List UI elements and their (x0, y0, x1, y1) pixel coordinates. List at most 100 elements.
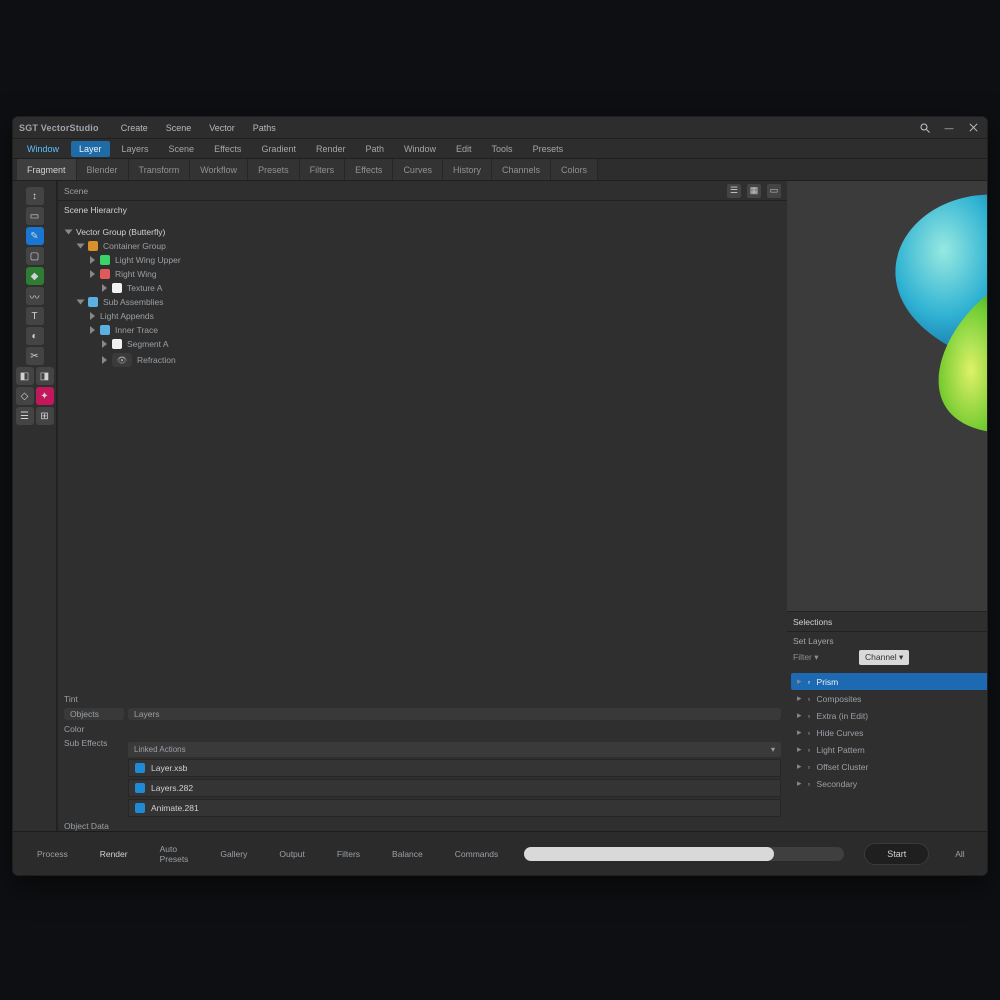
progress-track[interactable] (524, 847, 844, 861)
tool-brush-icon[interactable]: 〰 (26, 287, 44, 305)
tool-f-icon[interactable]: ⊞ (36, 407, 54, 425)
artwork-butterfly-icon (851, 187, 988, 487)
tab-4[interactable]: Presets (248, 159, 300, 180)
tree-node-7[interactable]: Segment A (64, 337, 781, 351)
tab-0[interactable]: Fragment (17, 159, 77, 180)
channel-dropdown[interactable]: Channel ▾ (859, 650, 909, 665)
file-row-1[interactable]: Layers.282 (128, 779, 781, 797)
tab-9[interactable]: Channels (492, 159, 551, 180)
rc-tab-layers[interactable]: Layers (128, 708, 781, 720)
tree-root[interactable]: Vector Group (Butterfly) (64, 225, 781, 239)
lbl-tint: Tint (64, 694, 124, 704)
rc-more-icon[interactable]: ▭ (767, 184, 781, 198)
rc-grid-icon[interactable]: ▦ (747, 184, 761, 198)
tool-d-icon[interactable]: ✦ (36, 387, 54, 405)
tab-8[interactable]: History (443, 159, 492, 180)
menu-vector[interactable]: Vector (201, 120, 243, 136)
mb-effects[interactable]: Effects (206, 141, 249, 157)
tree-node-0[interactable]: Container Group (64, 239, 781, 253)
tab-6[interactable]: Effects (345, 159, 393, 180)
tool-eyedrop-icon[interactable]: ◐ (26, 327, 44, 345)
menu-create[interactable]: Create (113, 120, 156, 136)
mb-edit[interactable]: Edit (448, 141, 480, 157)
close-icon[interactable] (965, 120, 981, 136)
tree-node-1[interactable]: Light Wing Upper (64, 253, 781, 267)
dock-tab-0[interactable]: Process (31, 845, 74, 863)
dock-tab-1[interactable]: Render (94, 845, 134, 863)
dock-tab-3[interactable]: Gallery (214, 845, 253, 863)
rc-subheader: Scene Hierarchy (58, 201, 787, 219)
tab-3[interactable]: Workflow (190, 159, 248, 180)
dock-tab-6[interactable]: Balance (386, 845, 429, 863)
dock-secondary[interactable]: All (949, 845, 970, 863)
tool-rect-icon[interactable]: ▢ (26, 247, 44, 265)
layer-row-4[interactable]: ▸▫Light Pattern (791, 741, 988, 758)
layer-row-1[interactable]: ▸▫Composites (791, 690, 988, 707)
app-window: SGT VectorStudio Create Scene Vector Pat… (12, 116, 988, 876)
mb-layers[interactable]: Layers (114, 141, 157, 157)
menu-paths[interactable]: Paths (245, 120, 284, 136)
workarea: ↕ ▭ ✎ ▢ ◆ 〰 T ◐ ✂ ◧ ◨ ◇ ✦ ☰ ⊞ (13, 181, 987, 831)
layer-row-6[interactable]: ▸▫Secondary (791, 775, 988, 792)
tool-pen-icon[interactable]: ✎ (26, 227, 44, 245)
tree-node-2[interactable]: Right Wing (64, 267, 781, 281)
rc-title: Scene (64, 186, 88, 196)
tab-5[interactable]: Filters (300, 159, 346, 180)
dock-tab-2[interactable]: Auto Presets (154, 840, 195, 868)
tree-node-8[interactable]: 👁Refraction (64, 351, 781, 369)
lbl-objdata: Object Data (64, 821, 124, 831)
start-button[interactable]: Start (864, 843, 929, 865)
layer-row-5[interactable]: ▸▫Offset Cluster (791, 758, 988, 775)
dock-tab-7[interactable]: Commands (449, 845, 504, 863)
mb-layer[interactable]: Layer (71, 141, 110, 157)
mb-tools[interactable]: Tools (484, 141, 521, 157)
tool-move-icon[interactable]: ↕ (26, 187, 44, 205)
tool-text-icon[interactable]: T (26, 307, 44, 325)
mb-grad[interactable]: Gradient (253, 141, 304, 157)
dock-tab-5[interactable]: Filters (331, 845, 366, 863)
mb-render[interactable]: Render (308, 141, 354, 157)
tree-node-3[interactable]: Texture A (64, 281, 781, 295)
mb-scene[interactable]: Scene (161, 141, 203, 157)
scene-tree: Vector Group (Butterfly) Container Group… (58, 219, 787, 694)
status-dock: Process Render Auto Presets Gallery Outp… (13, 831, 987, 875)
layer-row-2[interactable]: ▸▫Extra (in Edit) (791, 707, 988, 724)
tool-b-icon[interactable]: ◨ (36, 367, 54, 385)
tool-e-icon[interactable]: ☰ (16, 407, 34, 425)
tool-fill-icon[interactable]: ◆ (26, 267, 44, 285)
layer-row-3[interactable]: ▸▫Hide Curves (791, 724, 988, 741)
mb-presets[interactable]: Presets (525, 141, 572, 157)
mb-window[interactable]: Window (19, 141, 67, 157)
tree-node-5[interactable]: Light Appends (64, 309, 781, 323)
menubar: Window Layer Layers Scene Effects Gradie… (13, 139, 987, 159)
layers-panel: Selections▣ ≡ Set Layers Filter ▾Channel… (787, 612, 988, 831)
tab-1[interactable]: Blender (77, 159, 129, 180)
dock-tab-4[interactable]: Output (273, 845, 311, 863)
tab-10[interactable]: Colors (551, 159, 598, 180)
lbl-subfx: Sub Effects (64, 738, 124, 817)
menu-scene[interactable]: Scene (158, 120, 200, 136)
file-row-2[interactable]: Animate.281 (128, 799, 781, 817)
tool-select-icon[interactable]: ▭ (26, 207, 44, 225)
layers-header: Selections (793, 617, 832, 627)
toolbar: ↕ ▭ ✎ ▢ ◆ 〰 T ◐ ✂ ◧ ◨ ◇ ✦ ☰ ⊞ (13, 181, 57, 831)
layers-subheader: Set Layers (787, 632, 988, 650)
tree-node-4[interactable]: Sub Assemblies (64, 295, 781, 309)
canvas-zone: RADIANCE Presets▾ ≡ Sets▾ Fill Blend Nor… (787, 181, 987, 611)
tool-a-icon[interactable]: ◧ (16, 367, 34, 385)
rc-list-icon[interactable]: ☰ (727, 184, 741, 198)
rc-tab-objects[interactable]: Objects (64, 708, 124, 720)
file-row-0[interactable]: Layer.xsb (128, 759, 781, 777)
canvas[interactable]: RADIANCE (787, 181, 988, 611)
search-icon[interactable] (917, 120, 933, 136)
layer-row-0[interactable]: ▸▫Prism (791, 673, 988, 690)
mb-path[interactable]: Path (358, 141, 393, 157)
tab-2[interactable]: Transform (129, 159, 191, 180)
tool-c-icon[interactable]: ◇ (16, 387, 34, 405)
tree-node-6[interactable]: Inner Trace (64, 323, 781, 337)
titlebar: SGT VectorStudio Create Scene Vector Pat… (13, 117, 987, 139)
mb-window2[interactable]: Window (396, 141, 444, 157)
tab-7[interactable]: Curves (393, 159, 443, 180)
tool-scissors-icon[interactable]: ✂ (26, 347, 44, 365)
minimize-icon[interactable]: — (941, 120, 957, 136)
